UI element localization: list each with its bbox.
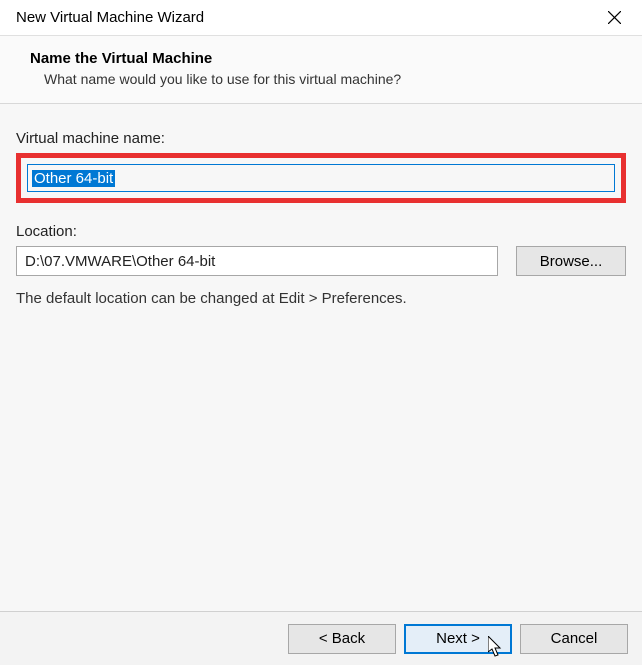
header-subtitle: What name would you like to use for this… <box>30 71 612 87</box>
header-title: Name the Virtual Machine <box>30 50 612 67</box>
cancel-button[interactable]: Cancel <box>520 624 628 654</box>
vmname-highlight-box: Other 64-bit <box>16 153 626 203</box>
location-label: Location: <box>16 223 626 240</box>
close-icon <box>608 11 621 24</box>
wizard-footer: < Back Next > Cancel <box>0 611 642 665</box>
titlebar: New Virtual Machine Wizard <box>0 0 642 36</box>
vmname-input[interactable]: Other 64-bit <box>27 164 615 192</box>
location-input[interactable] <box>16 246 498 276</box>
back-button[interactable]: < Back <box>288 624 396 654</box>
browse-button[interactable]: Browse... <box>516 246 626 276</box>
vmname-selected-text: Other 64-bit <box>32 170 115 187</box>
location-row: Browse... <box>16 246 626 276</box>
window-title: New Virtual Machine Wizard <box>16 9 204 26</box>
wizard-header: Name the Virtual Machine What name would… <box>0 36 642 103</box>
next-button[interactable]: Next > <box>404 624 512 654</box>
vmname-label: Virtual machine name: <box>16 130 626 147</box>
wizard-body: Virtual machine name: Other 64-bit Locat… <box>0 104 642 613</box>
close-button[interactable] <box>598 4 630 32</box>
location-hint: The default location can be changed at E… <box>16 290 626 307</box>
